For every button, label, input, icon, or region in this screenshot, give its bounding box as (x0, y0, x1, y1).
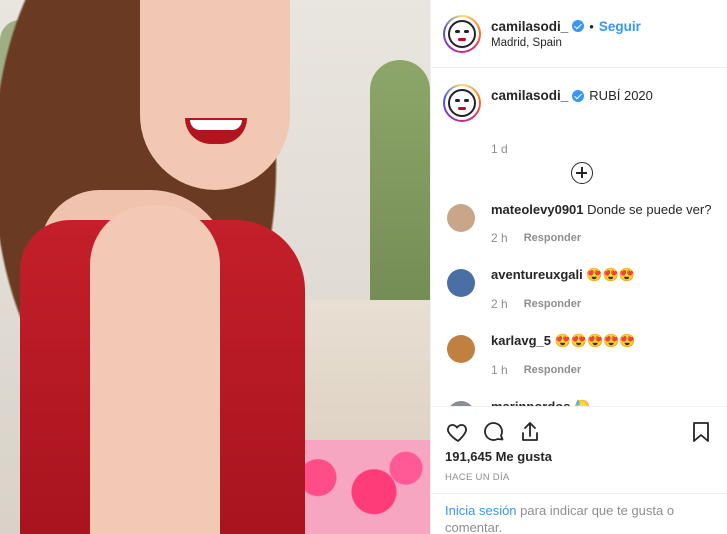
comment-item: karlavg_5 😍😍😍😍😍 1 h Responder (443, 333, 715, 377)
comment-text: 😓 (574, 399, 590, 406)
comment-text: 😍😍😍 (586, 267, 635, 282)
verified-badge-icon (572, 20, 585, 32)
caption-text: RUBÍ 2020 (589, 88, 653, 103)
action-icons (431, 407, 727, 447)
share-icon[interactable] (517, 419, 543, 445)
login-prompt: Inicia sesión para indicar que te gusta … (431, 493, 727, 534)
likes-count[interactable]: 191,645 Me gusta (445, 449, 727, 464)
comment-text: 😍😍😍😍😍 (554, 333, 636, 348)
author-avatar[interactable] (443, 14, 481, 53)
comment-list: mateolevy0901 Donde se puede ver? 2 h Resp… (443, 202, 715, 406)
commenter-username[interactable]: karlavg_5 (491, 333, 551, 348)
avatar-drawing-icon (448, 89, 476, 117)
verified-badge-icon (572, 89, 585, 102)
comment-bubble-icon[interactable] (481, 419, 507, 445)
post-caption: camilasodi_ RUBÍ 2020 (443, 84, 715, 122)
author-username[interactable]: camilasodi_ (491, 19, 568, 34)
comment-age[interactable]: 2 h (491, 231, 508, 245)
commenter-avatar[interactable] (447, 269, 475, 297)
like-heart-icon[interactable] (445, 419, 471, 445)
caption-avatar[interactable] (443, 84, 481, 122)
post-photo[interactable] (0, 0, 430, 534)
comment-age[interactable]: 2 h (491, 297, 508, 311)
post-actions: 191,645 Me gusta HACE UN DÍA Inicia sesi… (431, 406, 727, 534)
post-location[interactable]: Madrid, Spain (491, 37, 641, 49)
photo-face (140, 0, 290, 190)
follow-button[interactable]: Seguir (599, 19, 641, 34)
avatar-drawing-icon (448, 19, 476, 48)
reply-button[interactable]: Responder (524, 231, 581, 245)
login-link[interactable]: Inicia sesión (445, 503, 517, 518)
commenter-username[interactable]: aventureuxgali (491, 267, 583, 282)
photo-arm (90, 205, 220, 534)
caption-age: 1 d (491, 142, 508, 156)
save-bookmark-icon[interactable] (688, 419, 714, 445)
plus-circle-icon[interactable] (571, 162, 593, 184)
post-time[interactable]: HACE UN DÍA (445, 472, 727, 483)
post-header: camilasodi_ • Seguir Madrid, Spain (431, 0, 727, 68)
separator-dot: • (589, 18, 594, 34)
reply-button[interactable]: Responder (524, 297, 581, 311)
photo-smile (190, 120, 242, 130)
post-side-panel: camilasodi_ • Seguir Madrid, Spain camil… (430, 0, 727, 534)
comment-item: marinpordos 😓 (443, 399, 715, 406)
commenter-avatar[interactable] (447, 335, 475, 363)
caption-username[interactable]: camilasodi_ (491, 88, 568, 103)
comments-section[interactable]: camilasodi_ RUBÍ 2020 1 d mateolevy0901 … (431, 68, 727, 406)
comment-age[interactable]: 1 h (491, 363, 508, 377)
commenter-avatar[interactable] (447, 204, 475, 232)
load-more-comments[interactable] (443, 162, 715, 184)
comment-item: aventureuxgali 😍😍😍 2 h Responder (443, 267, 715, 311)
background-tree (370, 60, 430, 340)
reply-button[interactable]: Responder (524, 363, 581, 377)
instagram-post: camilasodi_ • Seguir Madrid, Spain camil… (0, 0, 727, 534)
commenter-username[interactable]: mateolevy0901 (491, 202, 584, 217)
comment-text: Donde se puede ver? (587, 202, 712, 217)
commenter-username[interactable]: marinpordos (491, 399, 570, 406)
comment-item: mateolevy0901 Donde se puede ver? 2 h Resp… (443, 202, 715, 245)
